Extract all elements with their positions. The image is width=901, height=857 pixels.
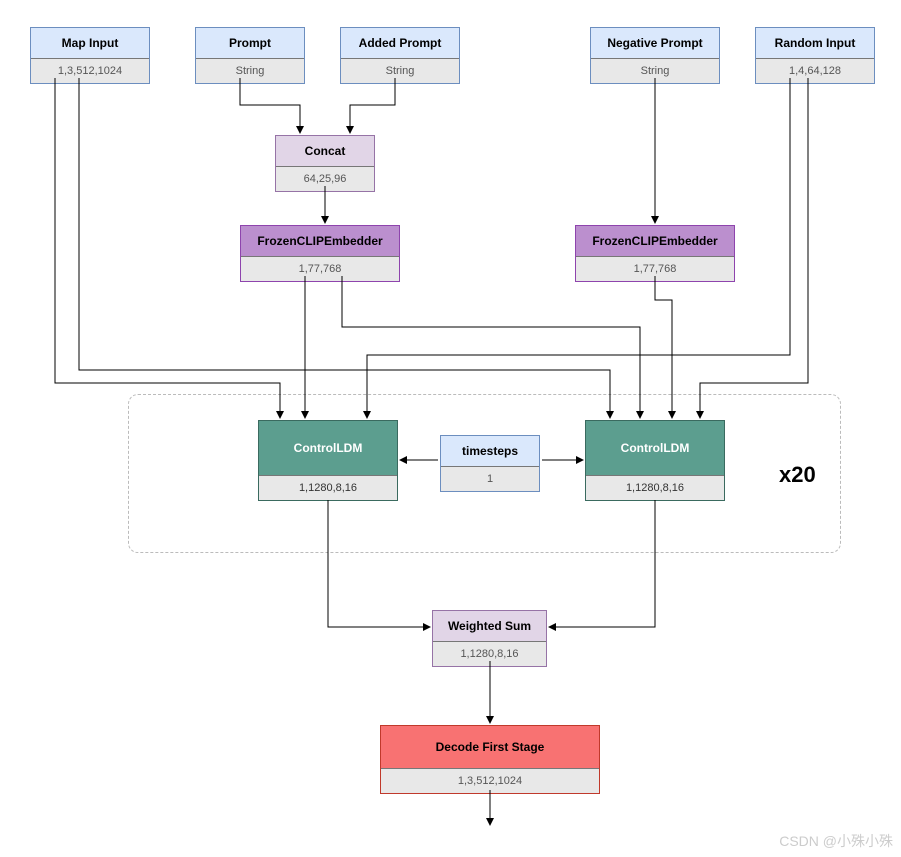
node-title: Added Prompt	[341, 28, 459, 58]
node-sub: 1,1280,8,16	[586, 475, 724, 500]
node-title: FrozenCLIPEmbedder	[576, 226, 734, 256]
node-sub: String	[341, 58, 459, 83]
node-sub: 1,4,64,128	[756, 58, 874, 83]
node-title: Weighted Sum	[433, 611, 546, 641]
node-title: Negative Prompt	[591, 28, 719, 58]
node-negative-prompt: Negative Prompt String	[590, 27, 720, 84]
node-sub: String	[196, 58, 304, 83]
node-title: Random Input	[756, 28, 874, 58]
node-concat: Concat 64,25,96	[275, 135, 375, 192]
node-title: Concat	[276, 136, 374, 166]
node-sub: 1,77,768	[576, 256, 734, 281]
node-title: Prompt	[196, 28, 304, 58]
node-sub: 1,1280,8,16	[259, 475, 397, 500]
node-title: Decode First Stage	[381, 726, 599, 768]
node-added-prompt: Added Prompt String	[340, 27, 460, 84]
node-random-input: Random Input 1,4,64,128	[755, 27, 875, 84]
node-map-input: Map Input 1,3,512,1024	[30, 27, 150, 84]
node-controlldm-right: ControlLDM 1,1280,8,16	[585, 420, 725, 501]
node-sub: String	[591, 58, 719, 83]
node-title: ControlLDM	[259, 421, 397, 475]
watermark-text: CSDN @小殊小殊	[779, 831, 893, 851]
node-timesteps: timesteps 1	[440, 435, 540, 492]
node-sub: 1,77,768	[241, 256, 399, 281]
node-clip-left: FrozenCLIPEmbedder 1,77,768	[240, 225, 400, 282]
node-sub: 1,3,512,1024	[381, 768, 599, 793]
node-sub: 1,3,512,1024	[31, 58, 149, 83]
node-sub: 1	[441, 466, 539, 491]
node-title: Map Input	[31, 28, 149, 58]
node-sub: 1,1280,8,16	[433, 641, 546, 666]
node-title: timesteps	[441, 436, 539, 466]
node-title: ControlLDM	[586, 421, 724, 475]
node-sub: 64,25,96	[276, 166, 374, 191]
node-decode-first-stage: Decode First Stage 1,3,512,1024	[380, 725, 600, 794]
node-prompt: Prompt String	[195, 27, 305, 84]
node-controlldm-left: ControlLDM 1,1280,8,16	[258, 420, 398, 501]
node-clip-right: FrozenCLIPEmbedder 1,77,768	[575, 225, 735, 282]
node-weighted-sum: Weighted Sum 1,1280,8,16	[432, 610, 547, 667]
loop-label: x20	[779, 462, 816, 488]
node-title: FrozenCLIPEmbedder	[241, 226, 399, 256]
